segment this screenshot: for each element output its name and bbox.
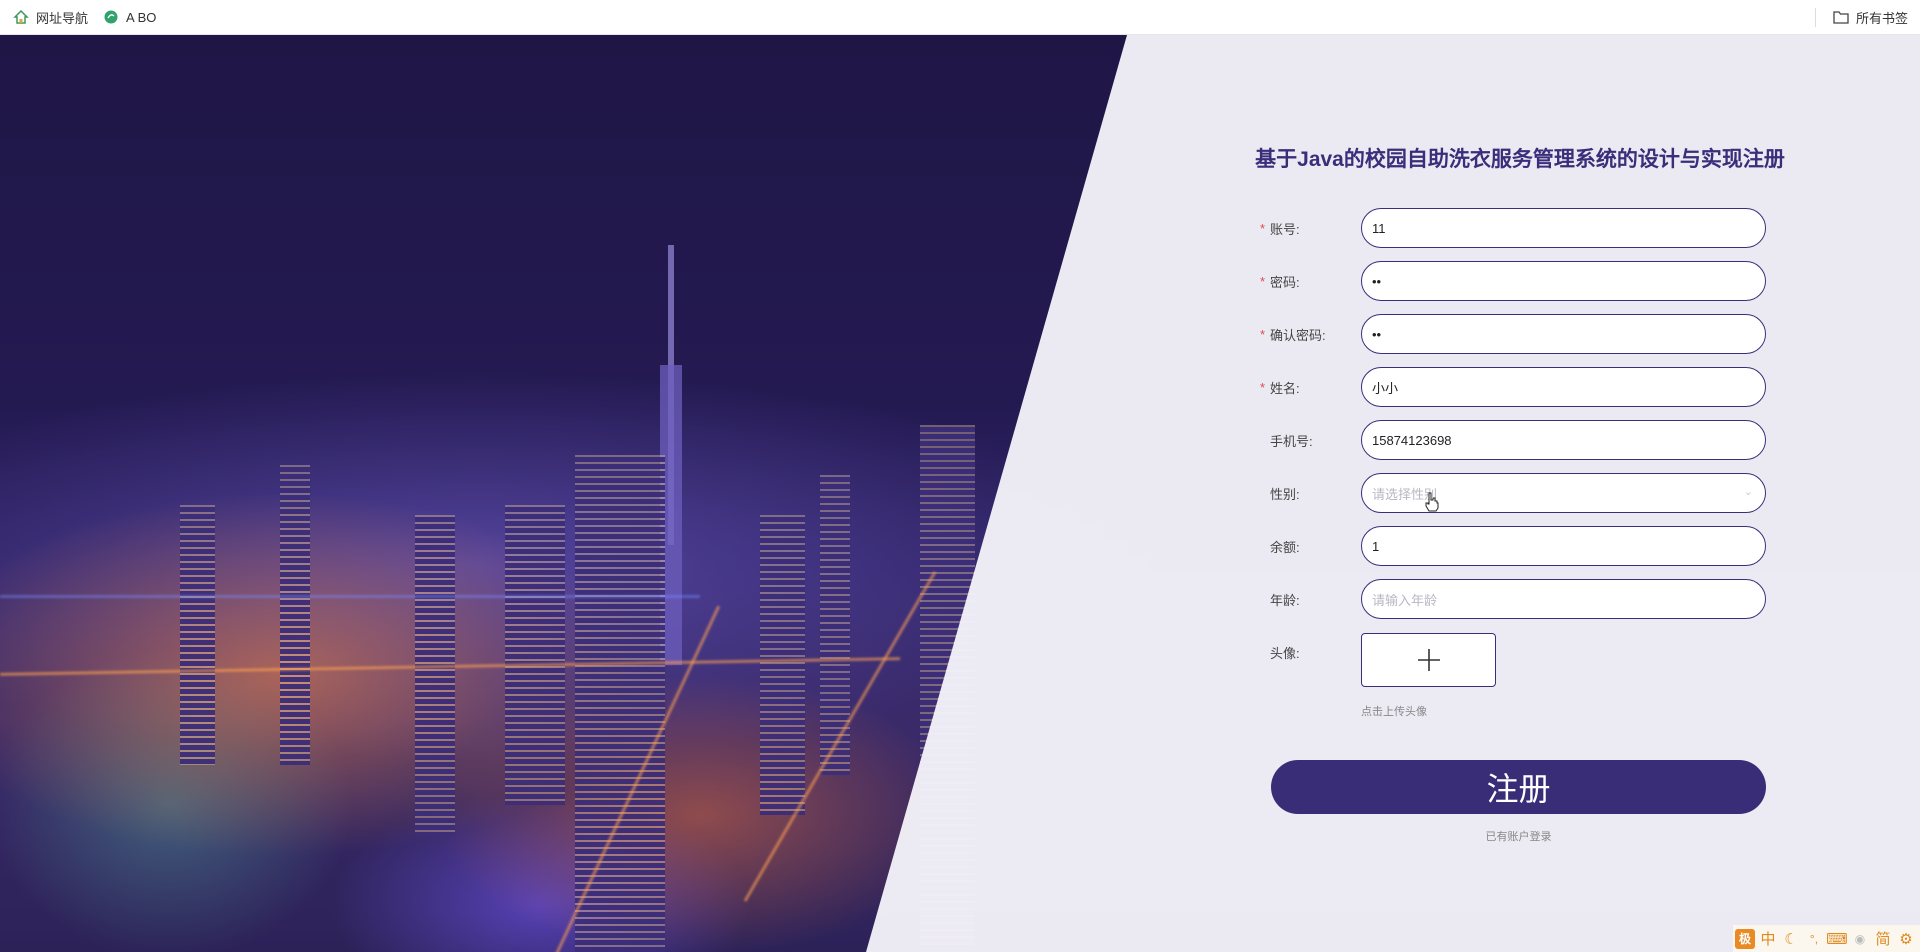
field-gender: 性别: 请选择性别 ⌄ — [1255, 473, 1766, 513]
account-input[interactable]: 11 — [1361, 208, 1766, 248]
field-account: * 账号: 11 — [1255, 208, 1766, 248]
ime-toolbar: 极 中 ☾ °, ⌨ ◉ 简 ⚙ — [1733, 925, 1920, 952]
login-link[interactable]: 已有账户登录 — [1271, 828, 1766, 844]
balance-input[interactable]: 1 — [1361, 526, 1766, 566]
field-confirm-password: * 确认密码: •• — [1255, 314, 1766, 354]
field-name-label: * 姓名: — [1255, 378, 1361, 397]
field-phone: 手机号: 15874123698 — [1255, 420, 1766, 460]
required-star: * — [1259, 326, 1266, 342]
field-age: 年龄: 请输入年龄 — [1255, 579, 1766, 619]
bookmark-abo[interactable]: A BO — [102, 0, 156, 35]
punctuation-icon[interactable]: °, — [1804, 929, 1824, 949]
moon-icon[interactable]: ☾ — [1781, 929, 1801, 949]
home-icon — [12, 8, 30, 26]
bookmark-nav[interactable]: 网址导航 — [12, 0, 88, 35]
user-icon[interactable]: ◉ — [1850, 929, 1870, 949]
keyboard-icon[interactable]: ⌨ — [1826, 929, 1848, 949]
ime-script-toggle[interactable]: 简 — [1873, 929, 1893, 949]
ime-mode-toggle[interactable]: 中 — [1758, 929, 1778, 949]
field-password: * 密码: •• — [1255, 261, 1766, 301]
confirm-password-input[interactable]: •• — [1361, 314, 1766, 354]
field-confirm-password-label: * 确认密码: — [1255, 325, 1361, 344]
field-name: * 姓名: 小小 — [1255, 367, 1766, 407]
field-gender-label: 性别: — [1270, 486, 1300, 502]
bookmark-nav-label: 网址导航 — [36, 10, 89, 26]
gender-select[interactable]: 请选择性别 ⌄ — [1361, 473, 1766, 513]
bookmark-all-label: 所有书签 — [1856, 10, 1909, 26]
field-password-label: * 密码: — [1255, 272, 1361, 291]
name-input[interactable]: 小小 — [1361, 367, 1766, 407]
required-star: * — [1259, 379, 1266, 395]
bookmark-separator — [1815, 8, 1816, 27]
field-balance-label: 余额: — [1270, 539, 1300, 555]
required-star: * — [1259, 220, 1266, 236]
register-button[interactable]: 注册 — [1271, 760, 1766, 814]
avatar-upload-button[interactable] — [1361, 633, 1496, 687]
settings-icon[interactable]: ⚙ — [1896, 929, 1916, 949]
page-title: 基于Java的校园自助洗衣服务管理系统的设计与实现注册 — [1255, 148, 1785, 171]
password-input[interactable]: •• — [1361, 261, 1766, 301]
age-input[interactable]: 请输入年龄 — [1361, 579, 1766, 619]
required-star: * — [1259, 273, 1266, 289]
leaf-icon — [102, 8, 120, 26]
bookmark-all[interactable]: 所有书签 — [1832, 0, 1908, 35]
folder-icon — [1832, 8, 1850, 26]
upload-hint: 点击上传头像 — [1361, 706, 1427, 718]
phone-input[interactable]: 15874123698 — [1361, 420, 1766, 460]
chevron-down-icon: ⌄ — [1743, 486, 1753, 498]
field-avatar: 头像: — [1255, 632, 1361, 672]
bookmark-abo-label: A BO — [126, 9, 157, 25]
field-account-label: * 账号: — [1255, 219, 1361, 238]
hand-cursor-icon — [1425, 492, 1439, 512]
field-balance: 余额: 1 — [1255, 526, 1766, 566]
ime-logo-icon[interactable]: 极 — [1735, 928, 1755, 949]
field-avatar-label: 头像: — [1270, 645, 1300, 661]
field-phone-label: 手机号: — [1270, 433, 1313, 449]
bookmark-bar: 网址导航 A BO 所有书签 — [0, 0, 1920, 35]
plus-icon — [1417, 649, 1440, 671]
field-age-label: 年龄: — [1270, 592, 1300, 608]
